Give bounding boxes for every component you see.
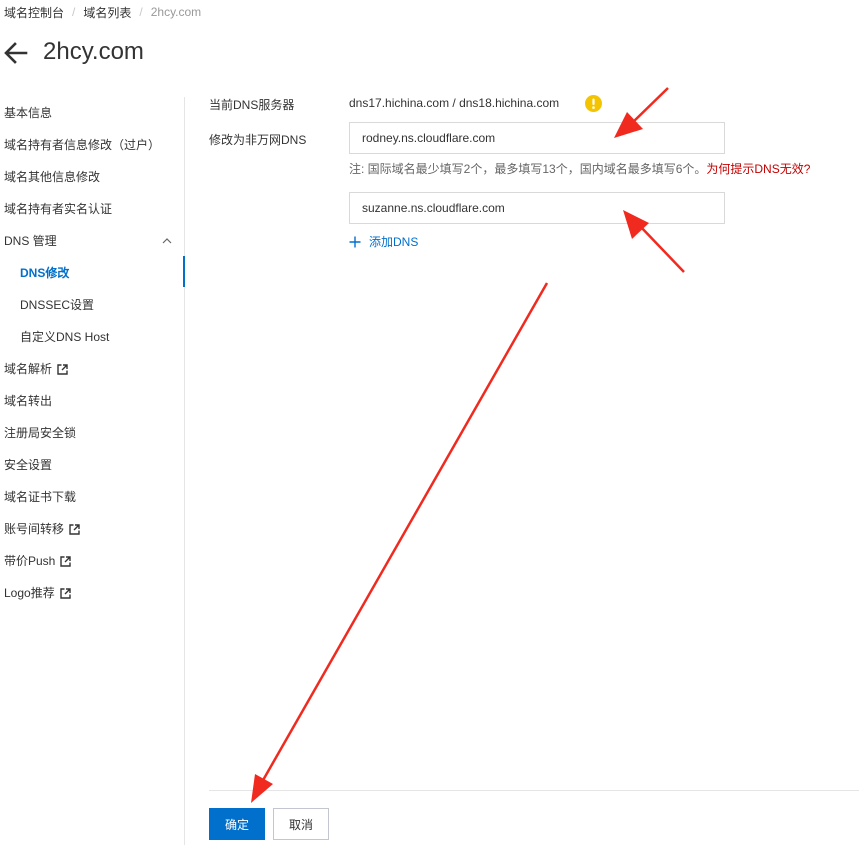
cancel-button[interactable]: 取消 — [273, 808, 329, 840]
sidebar-item-label: 自定义DNS Host — [20, 330, 110, 344]
sidebar-item-dnssec[interactable]: DNSSEC设置 — [0, 289, 185, 321]
sidebar-item-label: 带价Push — [4, 554, 56, 568]
footer-divider — [209, 790, 859, 791]
warning-icon[interactable] — [585, 95, 602, 112]
sidebar-item-custom-dns-host[interactable]: 自定义DNS Host — [0, 321, 185, 353]
sidebar-item-label: 域名转出 — [4, 394, 53, 408]
sidebar-item-account-transfer[interactable]: 账号间转移 — [0, 513, 185, 545]
sidebar-item-certificate-download[interactable]: 域名证书下载 — [0, 481, 185, 513]
add-dns-button[interactable]: 添加DNS — [349, 233, 418, 250]
sidebar-item-label: Logo推荐 — [4, 586, 55, 600]
chevron-up-icon — [162, 238, 172, 244]
nameserver-input-2[interactable] — [349, 192, 725, 224]
sidebar-item-real-name-auth[interactable]: 域名持有者实名认证 — [0, 193, 185, 225]
sidebar-item-label: 域名证书下载 — [4, 490, 77, 504]
breadcrumb-separator: / — [72, 5, 76, 19]
modify-dns-label: 修改为非万网DNS — [209, 133, 307, 147]
external-link-icon — [57, 363, 68, 375]
current-dns-label: 当前DNS服务器 — [209, 98, 295, 112]
arrow-left-icon[interactable] — [4, 41, 28, 65]
sidebar-item-label: 基本信息 — [4, 106, 53, 120]
sidebar-item-price-push[interactable]: 带价Push — [0, 545, 185, 577]
sidebar-item-domain-transfer-out[interactable]: 域名转出 — [0, 385, 185, 417]
nameserver-input-1[interactable] — [349, 122, 725, 154]
dns-note: 注: 国际域名最少填写2个，最多填写13个，国内域名最多填写6个。为何提示DNS… — [349, 160, 810, 177]
confirm-button[interactable]: 确定 — [209, 808, 265, 840]
breadcrumb-domain-list[interactable]: 域名列表 — [83, 4, 131, 21]
sidebar-item-dns-modify[interactable]: DNS修改 — [0, 257, 185, 289]
sidebar-item-label: 域名持有者信息修改（过户） — [4, 138, 161, 152]
sidebar: 基本信息 域名持有者信息修改（过户） 域名其他信息修改 域名持有者实名认证 DN… — [0, 97, 185, 609]
sidebar-item-label: DNSSEC设置 — [20, 298, 95, 312]
breadcrumb: 域名控制台 / 域名列表 / 2hcy.com — [4, 3, 201, 21]
sidebar-item-domain-resolve[interactable]: 域名解析 — [0, 353, 185, 385]
sidebar-item-owner-transfer[interactable]: 域名持有者信息修改（过户） — [0, 129, 185, 161]
current-dns-value: dns17.hichina.com / dns18.hichina.com — [349, 96, 560, 110]
sidebar-item-other-info[interactable]: 域名其他信息修改 — [0, 161, 185, 193]
page-title: 2hcy.com — [43, 38, 144, 65]
external-link-icon — [60, 555, 72, 567]
sidebar-item-registry-lock[interactable]: 注册局安全锁 — [0, 417, 185, 449]
page: 域名控制台 / 域名列表 / 2hcy.com 2hcy.com 基本信息 域名… — [0, 0, 859, 845]
sidebar-item-security-settings[interactable]: 安全设置 — [0, 449, 185, 481]
breadcrumb-domain-console[interactable]: 域名控制台 — [4, 4, 64, 21]
active-item-indicator — [183, 256, 185, 287]
plus-icon — [349, 236, 361, 247]
sidebar-item-label: DNS 管理 — [4, 234, 57, 248]
breadcrumb-current-domain: 2hcy.com — [150, 5, 202, 19]
sidebar-item-dns-management[interactable]: DNS 管理 — [0, 225, 185, 257]
sidebar-item-label: 域名持有者实名认证 — [4, 202, 113, 216]
sidebar-item-logo-recommend[interactable]: Logo推荐 — [0, 577, 185, 609]
external-link-icon — [60, 587, 71, 599]
sidebar-item-label: 账号间转移 — [4, 522, 65, 536]
sidebar-item-label: 注册局安全锁 — [4, 426, 77, 440]
sidebar-item-basic-info[interactable]: 基本信息 — [0, 97, 185, 129]
sidebar-item-label: 安全设置 — [4, 458, 53, 472]
add-dns-label: 添加DNS — [369, 235, 419, 249]
sidebar-item-label: 域名其他信息修改 — [4, 170, 101, 184]
sidebar-item-label: DNS修改 — [20, 266, 70, 280]
sidebar-divider — [184, 97, 185, 845]
dns-invalid-help-link[interactable]: 为何提示DNS无效? — [706, 162, 810, 176]
dns-note-text: 注: 国际域名最少填写2个，最多填写13个，国内域名最多填写6个。 — [349, 162, 707, 176]
annotation-arrow — [251, 282, 549, 803]
sidebar-item-label: 域名解析 — [4, 362, 53, 376]
external-link-icon — [69, 523, 80, 535]
breadcrumb-separator: / — [139, 5, 143, 19]
